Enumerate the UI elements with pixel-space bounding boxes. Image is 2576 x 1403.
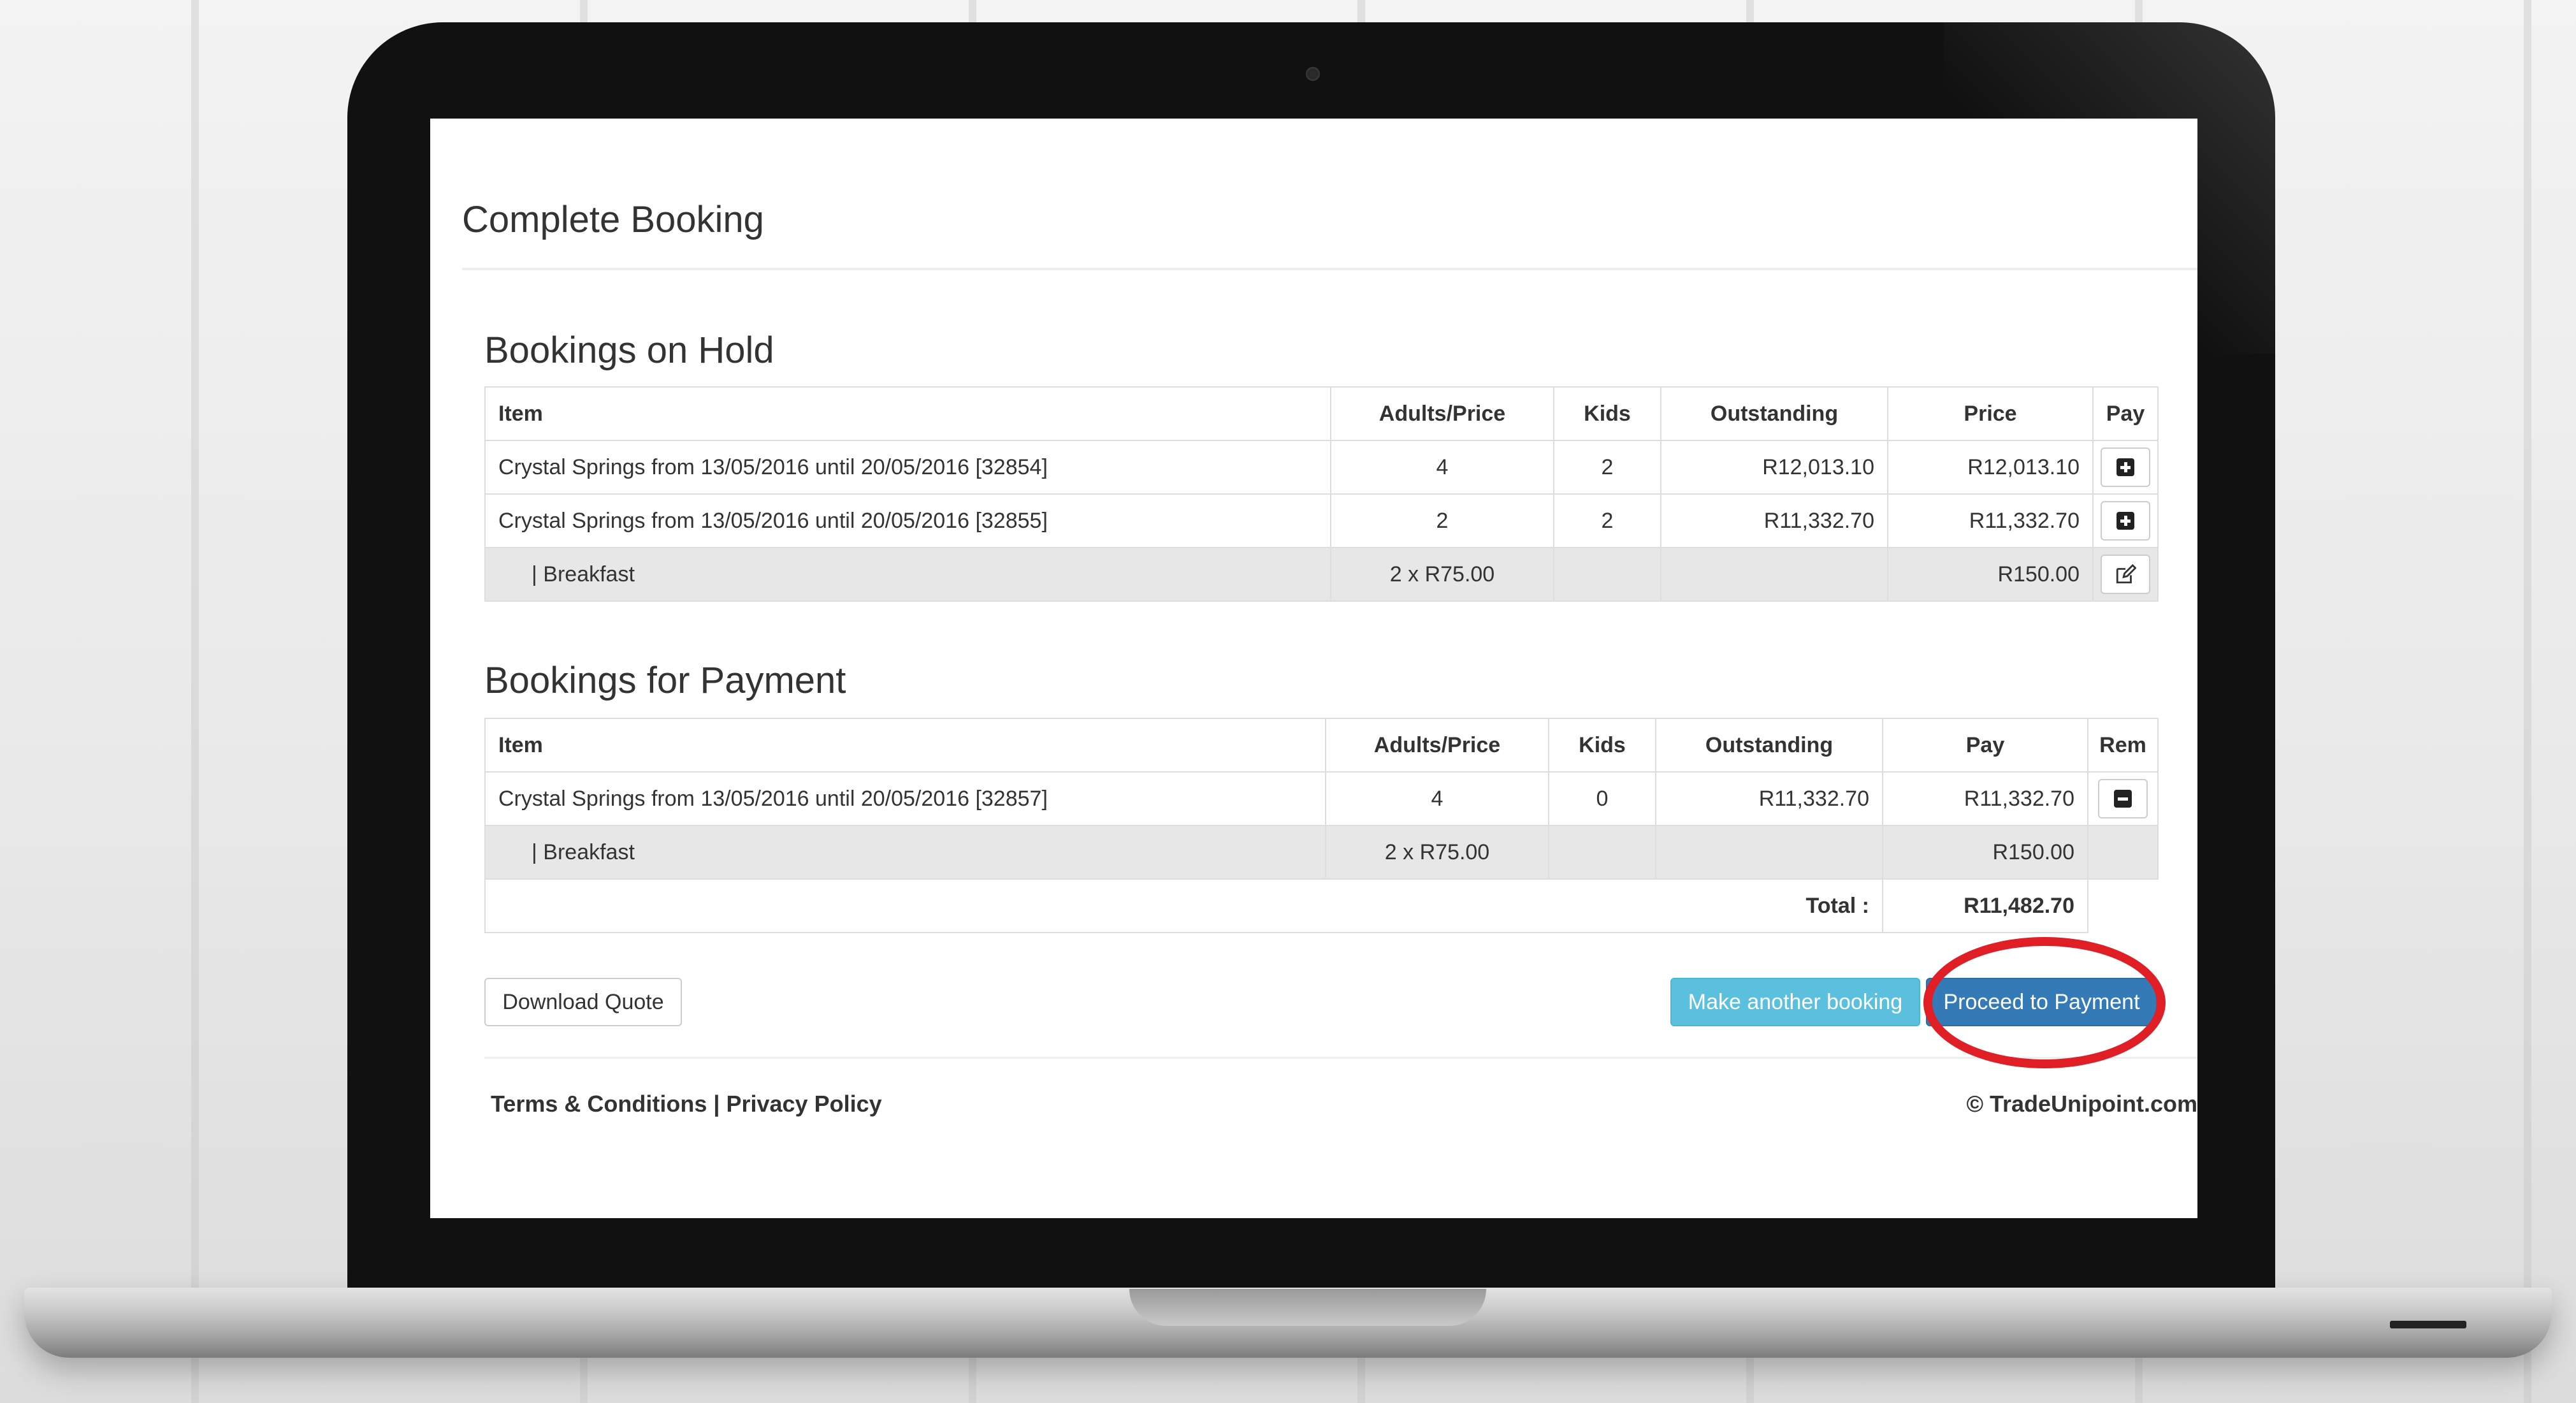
row-price: R11,332.70 [1887, 493, 2094, 548]
footer-separator: | [713, 1091, 720, 1117]
row-adults: 2 [1330, 493, 1554, 548]
row-adults: 2 x R75.00 [1325, 825, 1549, 880]
payment-col-pay: Pay [1882, 718, 2088, 773]
row-action-cell [2092, 547, 2159, 602]
total-spacer [2088, 879, 2158, 933]
add-to-payment-button[interactable] [2101, 501, 2150, 541]
row-pay: R11,332.70 [1882, 771, 2088, 826]
hold-col-adults: Adults/Price [1330, 386, 1554, 441]
laptop-notch [1129, 1289, 1486, 1326]
row-action-cell [2087, 825, 2159, 880]
row-adults: 4 [1330, 440, 1554, 495]
download-quote-button[interactable]: Download Quote [484, 978, 682, 1026]
row-item: Crystal Springs from 13/05/2016 until 20… [484, 440, 1331, 495]
row-pay: R150.00 [1882, 825, 2088, 880]
payment-col-adults: Adults/Price [1325, 718, 1549, 773]
row-kids [1553, 547, 1661, 602]
row-outstanding: R11,332.70 [1660, 493, 1888, 548]
total-row: Total : R11,482.70 [484, 878, 2158, 933]
payment-section-title: Bookings for Payment [484, 660, 846, 701]
terms-link[interactable]: Terms & Conditions [491, 1091, 707, 1117]
total-label: Total : [484, 879, 1883, 933]
row-outstanding: R12,013.10 [1660, 440, 1888, 495]
row-outstanding [1660, 547, 1888, 602]
row-outstanding: R11,332.70 [1655, 771, 1883, 826]
payment-table: Item Adults/Price Kids Outstanding Pay R… [484, 718, 2159, 933]
footer-divider [484, 1057, 2197, 1059]
row-action-cell [2087, 771, 2159, 826]
edit-icon [2116, 563, 2136, 584]
row-item: Crystal Springs from 13/05/2016 until 20… [484, 493, 1331, 548]
table-row: Crystal Springs from 13/05/2016 until 20… [484, 493, 2159, 548]
footer-links: Terms & Conditions | Privacy Policy [491, 1091, 882, 1117]
laptop-indicator [2390, 1321, 2466, 1328]
row-kids: 2 [1553, 440, 1661, 495]
table-row: Crystal Springs from 13/05/2016 until 20… [484, 771, 2159, 826]
plus-square-icon [2117, 512, 2134, 530]
browser-screen: Complete Booking Bookings on Hold Item A… [430, 119, 2197, 1218]
payment-header-row: Item Adults/Price Kids Outstanding Pay R… [484, 718, 2159, 773]
payment-col-kids: Kids [1548, 718, 1656, 773]
row-kids: 0 [1548, 771, 1656, 826]
add-to-payment-button[interactable] [2101, 447, 2150, 487]
hold-section-title: Bookings on Hold [484, 330, 774, 371]
hold-col-pay: Pay [2092, 386, 2159, 441]
row-price: R150.00 [1887, 547, 2094, 602]
privacy-link[interactable]: Privacy Policy [726, 1091, 881, 1117]
row-outstanding [1655, 825, 1883, 880]
webcam [1305, 67, 1320, 81]
hold-table: Item Adults/Price Kids Outstanding Price… [484, 386, 2159, 602]
table-row: | Breakfast 2 x R75.00 R150.00 [484, 825, 2159, 880]
row-action-cell [2092, 493, 2159, 548]
row-kids [1548, 825, 1656, 880]
copyright: © TradeUnipoint.com [1966, 1091, 2197, 1117]
row-item: | Breakfast [484, 547, 1331, 602]
payment-col-rem: Rem [2087, 718, 2159, 773]
remove-booking-button[interactable] [2098, 779, 2148, 818]
row-item: Crystal Springs from 13/05/2016 until 20… [484, 771, 1326, 826]
minus-square-icon [2114, 790, 2132, 808]
title-divider [462, 268, 2197, 270]
table-row: | Breakfast 2 x R75.00 R150.00 [484, 547, 2159, 602]
row-price: R12,013.10 [1887, 440, 2094, 495]
table-row: Crystal Springs from 13/05/2016 until 20… [484, 440, 2159, 495]
plus-square-icon [2117, 458, 2134, 476]
hold-col-item: Item [484, 386, 1331, 441]
payment-col-item: Item [484, 718, 1326, 773]
payment-col-outstanding: Outstanding [1655, 718, 1883, 773]
row-kids: 2 [1553, 493, 1661, 548]
row-item: | Breakfast [484, 825, 1326, 880]
hold-col-outstanding: Outstanding [1660, 386, 1888, 441]
page-title: Complete Booking [462, 199, 764, 240]
row-action-cell [2092, 440, 2159, 495]
row-adults: 4 [1325, 771, 1549, 826]
highlight-ring-annotation [1923, 937, 2166, 1068]
hold-col-kids: Kids [1553, 386, 1661, 441]
make-another-booking-button[interactable]: Make another booking [1670, 978, 1920, 1026]
hold-header-row: Item Adults/Price Kids Outstanding Price… [484, 386, 2159, 441]
edit-extra-button[interactable] [2101, 555, 2150, 594]
hold-col-price: Price [1887, 386, 2094, 441]
total-value: R11,482.70 [1882, 878, 2088, 933]
row-adults: 2 x R75.00 [1330, 547, 1554, 602]
